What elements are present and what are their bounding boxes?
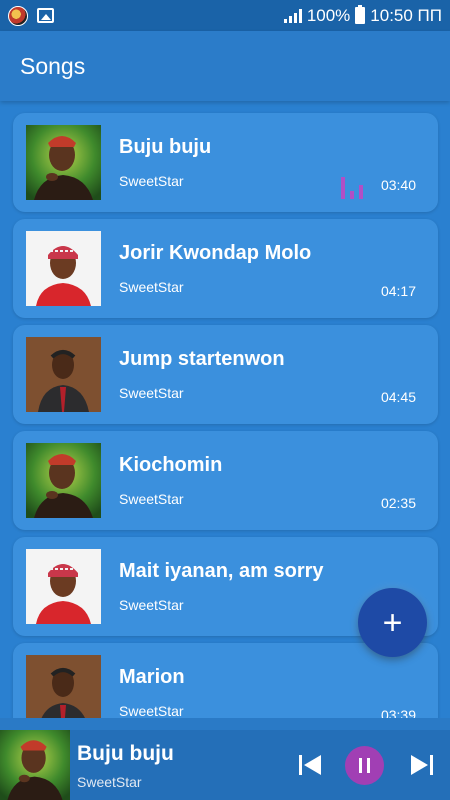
- song-duration: 03:40: [380, 177, 416, 193]
- song-item[interactable]: Jump startenwon SweetStar 04:45: [13, 325, 438, 424]
- equalizer-bar: [350, 191, 354, 199]
- status-bar: 100% 10:50 ПП: [0, 0, 450, 31]
- battery-icon: [355, 5, 366, 24]
- album-art: [26, 231, 101, 306]
- song-title: Jorir Kwondap Molo: [119, 242, 312, 264]
- album-art: [26, 125, 101, 200]
- album-art: [26, 655, 101, 719]
- previous-icon: [299, 755, 321, 775]
- mini-player[interactable]: Buju buju SweetStar: [0, 718, 450, 800]
- song-item[interactable]: Jorir Kwondap Molo SweetStar 04:17: [13, 219, 438, 318]
- song-artist: SweetStar: [119, 491, 184, 507]
- previous-button[interactable]: [297, 753, 323, 777]
- song-item[interactable]: Buju buju SweetStar 03:40: [13, 113, 438, 212]
- song-artist: SweetStar: [119, 597, 184, 613]
- song-artist: SweetStar: [119, 385, 184, 401]
- system-indicators: 100% 10:50 ПП: [283, 5, 442, 26]
- next-button[interactable]: [409, 753, 435, 777]
- app-bar: Songs: [0, 31, 450, 101]
- player-album-art: [0, 730, 70, 800]
- clock: 10:50 ПП: [370, 5, 442, 25]
- battery-percent: 100%: [306, 5, 351, 25]
- add-button[interactable]: +: [358, 588, 427, 657]
- song-artist: SweetStar: [119, 279, 184, 295]
- song-item[interactable]: Kiochomin SweetStar 02:35: [13, 431, 438, 530]
- equalizer-bar: [341, 177, 345, 199]
- player-title: Buju buju: [77, 742, 174, 765]
- plus-icon: +: [382, 603, 403, 642]
- pause-button[interactable]: [345, 746, 384, 785]
- song-duration: 04:45: [380, 389, 416, 405]
- album-art: [26, 549, 101, 624]
- image-notification-icon: [37, 8, 54, 23]
- song-item[interactable]: Marion SweetStar 03:39: [13, 643, 438, 719]
- song-title: Mait iyanan, am sorry: [119, 560, 324, 582]
- pause-icon-bar: [359, 758, 362, 773]
- app-notification-icon: [8, 5, 28, 26]
- song-artist: SweetStar: [119, 173, 184, 189]
- song-title: Jump startenwon: [119, 348, 285, 370]
- album-art: [26, 337, 101, 412]
- signal-icon: [283, 8, 302, 23]
- song-title: Buju buju: [119, 136, 212, 158]
- song-duration: 04:17: [380, 283, 416, 299]
- equalizer-bar: [359, 185, 363, 199]
- song-artist: SweetStar: [119, 703, 184, 719]
- song-title: Marion: [119, 666, 185, 688]
- player-info[interactable]: Buju buju SweetStar: [77, 742, 174, 790]
- song-title: Kiochomin: [119, 454, 223, 476]
- album-art: [26, 443, 101, 518]
- page-title: Songs: [20, 52, 86, 79]
- next-icon: [411, 755, 433, 775]
- notification-icons: [8, 5, 54, 26]
- equalizer-icon: [341, 177, 367, 199]
- player-artist: SweetStar: [77, 774, 142, 790]
- pause-icon-bar: [367, 758, 370, 773]
- song-duration: 02:35: [380, 495, 416, 511]
